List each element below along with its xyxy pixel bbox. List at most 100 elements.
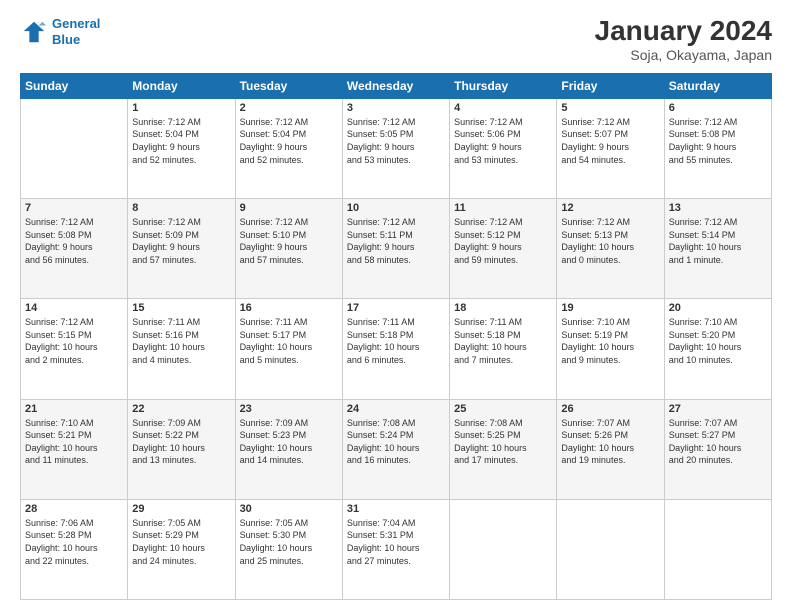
logo-icon: [20, 18, 48, 46]
day-number: 16: [240, 302, 338, 314]
calendar-cell: 16 Sunrise: 7:11 AM Sunset: 5:17 PM Dayli…: [235, 299, 342, 399]
calendar-header-saturday: Saturday: [664, 73, 771, 98]
calendar-cell: 30Sunrise: 7:05 AM Sunset: 5:30 PM Dayli…: [235, 499, 342, 599]
day-number: 30: [240, 503, 338, 515]
calendar-week-row: 1 Sunrise: 7:12 AM Sunset: 5:04 PM Daylig…: [21, 98, 772, 198]
calendar-week-row: 14 Sunrise: 7:12 AM Sunset: 5:15 PM Dayli…: [21, 299, 772, 399]
calendar-cell: 12Sunrise: 7:12 AM Sunset: 5:13 PM Dayli…: [557, 199, 664, 299]
day-info: Sunrise: 7:05 AM Sunset: 5:29 PM Dayligh…: [132, 517, 230, 567]
day-number: 14: [25, 302, 123, 314]
day-info: Sunrise: 7:04 AM Sunset: 5:31 PM Dayligh…: [347, 517, 445, 567]
calendar-header-monday: Monday: [128, 73, 235, 98]
day-info: Sunrise: 7:12 AM Sunset: 5:04 PM Dayligh…: [132, 116, 230, 166]
day-number: 11: [454, 202, 552, 214]
day-number: 3: [347, 102, 445, 114]
calendar-header-wednesday: Wednesday: [342, 73, 449, 98]
calendar-header-thursday: Thursday: [450, 73, 557, 98]
day-number: 2: [240, 102, 338, 114]
day-number: 28: [25, 503, 123, 515]
day-info: Sunrise: 7:12 AM Sunset: 5:05 PM Dayligh…: [347, 116, 445, 166]
day-number: 17: [347, 302, 445, 314]
calendar-cell: 19 Sunrise: 7:10 AM Sunset: 5:19 PM Dayli…: [557, 299, 664, 399]
calendar-cell: 25Sunrise: 7:08 AM Sunset: 5:25 PM Dayli…: [450, 399, 557, 499]
calendar-header-tuesday: Tuesday: [235, 73, 342, 98]
calendar-cell: 5 Sunrise: 7:12 AM Sunset: 5:07 PM Daylig…: [557, 98, 664, 198]
day-info: Sunrise: 7:12 AM Sunset: 5:07 PM Dayligh…: [561, 116, 659, 166]
calendar-cell: 17Sunrise: 7:11 AM Sunset: 5:18 PM Dayli…: [342, 299, 449, 399]
calendar-cell: 9Sunrise: 7:12 AM Sunset: 5:10 PM Daylig…: [235, 199, 342, 299]
day-info: Sunrise: 7:10 AM Sunset: 5:21 PM Dayligh…: [25, 417, 123, 467]
day-number: 18: [454, 302, 552, 314]
day-number: 10: [347, 202, 445, 214]
calendar-cell: 11 Sunrise: 7:12 AM Sunset: 5:12 PM Dayli…: [450, 199, 557, 299]
day-info: Sunrise: 7:07 AM Sunset: 5:26 PM Dayligh…: [561, 417, 659, 467]
day-number: 4: [454, 102, 552, 114]
calendar-cell: 3 Sunrise: 7:12 AM Sunset: 5:05 PM Daylig…: [342, 98, 449, 198]
calendar-cell: 28Sunrise: 7:06 AM Sunset: 5:28 PM Dayli…: [21, 499, 128, 599]
calendar-cell: 31 Sunrise: 7:04 AM Sunset: 5:31 PM Dayli…: [342, 499, 449, 599]
calendar-header-friday: Friday: [557, 73, 664, 98]
day-info: Sunrise: 7:12 AM Sunset: 5:12 PM Dayligh…: [454, 216, 552, 266]
calendar-cell: 29 Sunrise: 7:05 AM Sunset: 5:29 PM Dayli…: [128, 499, 235, 599]
day-number: 19: [561, 302, 659, 314]
main-title: January 2024: [595, 16, 772, 47]
logo-blue: Blue: [52, 32, 80, 47]
calendar-cell: [664, 499, 771, 599]
day-number: 23: [240, 403, 338, 415]
day-info: Sunrise: 7:09 AM Sunset: 5:23 PM Dayligh…: [240, 417, 338, 467]
day-info: Sunrise: 7:12 AM Sunset: 5:09 PM Dayligh…: [132, 216, 230, 266]
day-number: 26: [561, 403, 659, 415]
calendar-header-row: SundayMondayTuesdayWednesdayThursdayFrid…: [21, 73, 772, 98]
calendar-cell: 15Sunrise: 7:11 AM Sunset: 5:16 PM Dayli…: [128, 299, 235, 399]
day-number: 29: [132, 503, 230, 515]
logo-text: General Blue: [52, 16, 100, 47]
subtitle: Soja, Okayama, Japan: [595, 47, 772, 63]
logo: General Blue: [20, 16, 100, 47]
day-number: 20: [669, 302, 767, 314]
calendar-header-sunday: Sunday: [21, 73, 128, 98]
calendar-cell: 24Sunrise: 7:08 AM Sunset: 5:24 PM Dayli…: [342, 399, 449, 499]
day-number: 12: [561, 202, 659, 214]
day-number: 6: [669, 102, 767, 114]
day-info: Sunrise: 7:12 AM Sunset: 5:11 PM Dayligh…: [347, 216, 445, 266]
day-info: Sunrise: 7:12 AM Sunset: 5:04 PM Dayligh…: [240, 116, 338, 166]
day-info: Sunrise: 7:12 AM Sunset: 5:08 PM Dayligh…: [669, 116, 767, 166]
day-info: Sunrise: 7:11 AM Sunset: 5:17 PM Dayligh…: [240, 316, 338, 366]
calendar-week-row: 28Sunrise: 7:06 AM Sunset: 5:28 PM Dayli…: [21, 499, 772, 599]
day-info: Sunrise: 7:12 AM Sunset: 5:14 PM Dayligh…: [669, 216, 767, 266]
day-info: Sunrise: 7:10 AM Sunset: 5:20 PM Dayligh…: [669, 316, 767, 366]
day-number: 5: [561, 102, 659, 114]
calendar-week-row: 7 Sunrise: 7:12 AM Sunset: 5:08 PM Daylig…: [21, 199, 772, 299]
calendar-cell: 8 Sunrise: 7:12 AM Sunset: 5:09 PM Daylig…: [128, 199, 235, 299]
calendar-cell: 23 Sunrise: 7:09 AM Sunset: 5:23 PM Dayli…: [235, 399, 342, 499]
calendar-cell: 4 Sunrise: 7:12 AM Sunset: 5:06 PM Daylig…: [450, 98, 557, 198]
calendar-cell: 13 Sunrise: 7:12 AM Sunset: 5:14 PM Dayli…: [664, 199, 771, 299]
day-number: 31: [347, 503, 445, 515]
day-number: 9: [240, 202, 338, 214]
day-number: 15: [132, 302, 230, 314]
day-info: Sunrise: 7:12 AM Sunset: 5:15 PM Dayligh…: [25, 316, 123, 366]
page: General Blue January 2024 Soja, Okayama,…: [0, 0, 792, 612]
calendar-cell: 7 Sunrise: 7:12 AM Sunset: 5:08 PM Daylig…: [21, 199, 128, 299]
day-number: 22: [132, 403, 230, 415]
header: General Blue January 2024 Soja, Okayama,…: [20, 16, 772, 63]
calendar-cell: 26 Sunrise: 7:07 AM Sunset: 5:26 PM Dayli…: [557, 399, 664, 499]
day-number: 21: [25, 403, 123, 415]
day-number: 25: [454, 403, 552, 415]
calendar-cell: 18Sunrise: 7:11 AM Sunset: 5:18 PM Dayli…: [450, 299, 557, 399]
calendar-week-row: 21 Sunrise: 7:10 AM Sunset: 5:21 PM Dayli…: [21, 399, 772, 499]
day-number: 1: [132, 102, 230, 114]
day-number: 8: [132, 202, 230, 214]
calendar-cell: [557, 499, 664, 599]
day-number: 7: [25, 202, 123, 214]
day-info: Sunrise: 7:12 AM Sunset: 5:06 PM Dayligh…: [454, 116, 552, 166]
calendar-cell: 2 Sunrise: 7:12 AM Sunset: 5:04 PM Daylig…: [235, 98, 342, 198]
day-info: Sunrise: 7:10 AM Sunset: 5:19 PM Dayligh…: [561, 316, 659, 366]
calendar-cell: 10 Sunrise: 7:12 AM Sunset: 5:11 PM Dayli…: [342, 199, 449, 299]
day-info: Sunrise: 7:08 AM Sunset: 5:24 PM Dayligh…: [347, 417, 445, 467]
calendar-cell: 27Sunrise: 7:07 AM Sunset: 5:27 PM Dayli…: [664, 399, 771, 499]
day-info: Sunrise: 7:12 AM Sunset: 5:08 PM Dayligh…: [25, 216, 123, 266]
calendar-table: SundayMondayTuesdayWednesdayThursdayFrid…: [20, 73, 772, 600]
calendar-cell: [21, 98, 128, 198]
day-number: 13: [669, 202, 767, 214]
